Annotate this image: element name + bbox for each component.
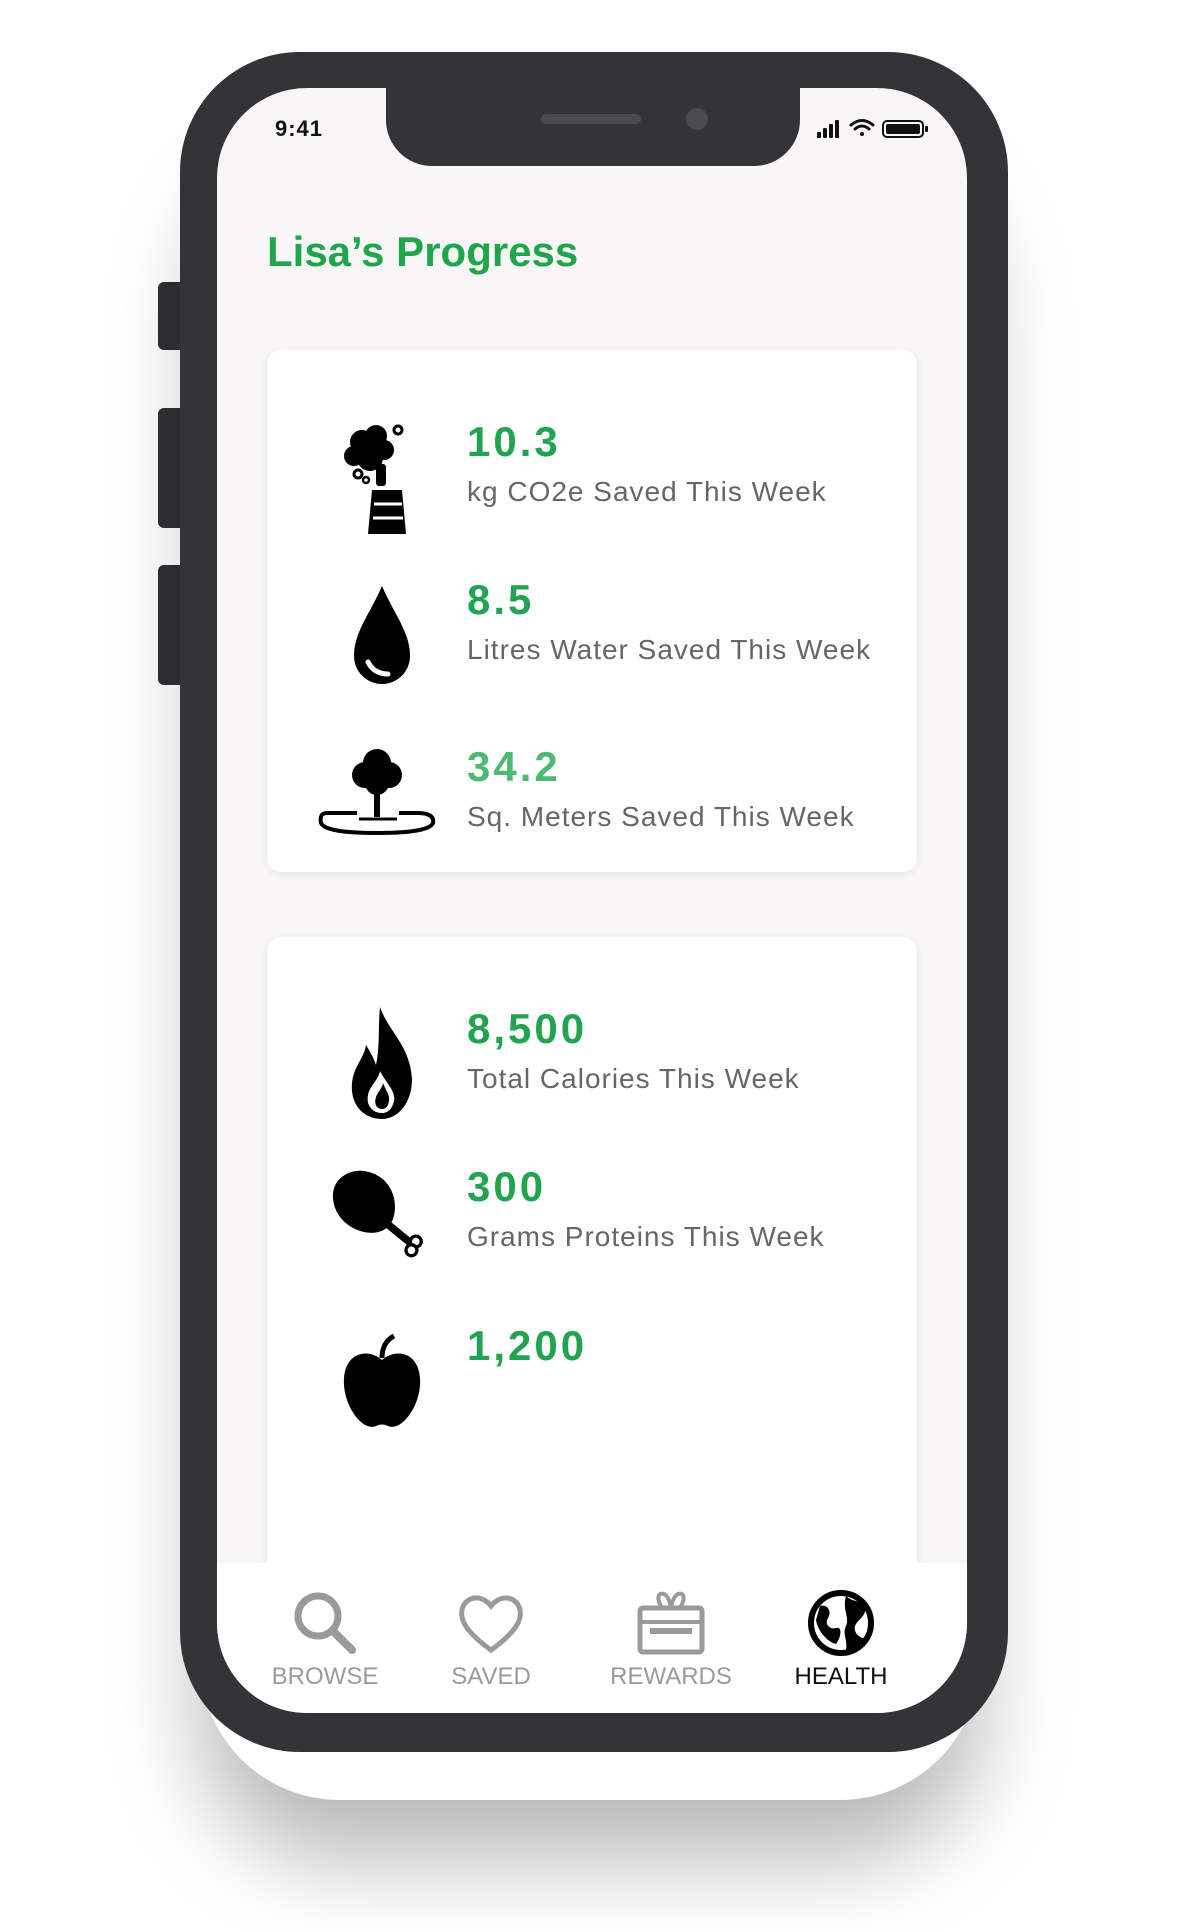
stat-value: 300 (467, 1163, 547, 1210)
stat-value: 8.5 (467, 576, 535, 623)
stat-value: 34.2 (467, 743, 561, 790)
water-drop-icon (354, 586, 410, 684)
stat-row: 300 Grams Proteins This Week (267, 1163, 917, 1303)
tab-rewards[interactable]: REWARDS (591, 1563, 751, 1713)
stat-value: 10.3 (467, 418, 561, 465)
stat-label: Litres Water Saved This Week (467, 634, 872, 665)
tab-label: REWARDS (610, 1663, 732, 1690)
globe-icon (808, 1590, 874, 1656)
stat-row: 34.2 Sq. Meters Saved This Week (267, 743, 917, 883)
stat-value: 1,200 (467, 1322, 588, 1369)
stat-row: 10.3 kg CO2e Saved This Week (267, 418, 917, 558)
tab-health[interactable]: HEALTH (761, 1563, 921, 1713)
apple-icon (343, 1333, 421, 1427)
phone-screen: 9:41 Lisa’s Progress 10.3 kg CO2e Saved … (217, 88, 967, 1713)
tree-land-icon (318, 749, 436, 836)
signal-icon (817, 120, 839, 138)
environment-card: 10.3 kg CO2e Saved This Week 8.5 Litres … (267, 350, 917, 872)
battery-icon (882, 120, 928, 138)
heart-icon (459, 1595, 523, 1654)
gift-icon (637, 1591, 705, 1655)
stat-row: 8.5 Litres Water Saved This Week (267, 576, 917, 716)
stat-row: 1,200 (267, 1322, 917, 1462)
tab-label: SAVED (451, 1663, 531, 1690)
status-icons (817, 119, 928, 138)
speaker (541, 114, 641, 124)
stat-label: kg CO2e Saved This Week (467, 476, 827, 507)
health-card: 8,500 Total Calories This Week 300 Grams… (267, 937, 917, 1637)
tab-label: BROWSE (271, 1663, 379, 1690)
stat-label: Grams Proteins This Week (467, 1221, 825, 1252)
wifi-icon (849, 119, 875, 136)
page-title: Lisa’s Progress (267, 228, 579, 275)
search-icon (294, 1592, 356, 1654)
front-camera (686, 108, 708, 130)
tab-browse[interactable]: BROWSE (245, 1563, 405, 1713)
stat-label: Total Calories This Week (467, 1063, 800, 1094)
fire-icon (351, 1007, 412, 1119)
status-time: 9:41 (275, 116, 324, 141)
tab-label: HEALTH (794, 1663, 888, 1690)
stat-value: 8,500 (467, 1005, 588, 1052)
tab-saved[interactable]: SAVED (411, 1563, 571, 1713)
stat-row: 8,500 Total Calories This Week (267, 1005, 917, 1145)
tab-bar: BROWSE SAVED REWARDS HEALTH (217, 1563, 967, 1713)
notch (386, 88, 800, 166)
chicken-leg-icon (332, 1170, 423, 1258)
stat-label: Sq. Meters Saved This Week (467, 801, 855, 832)
factory-smoke-icon (344, 424, 406, 534)
